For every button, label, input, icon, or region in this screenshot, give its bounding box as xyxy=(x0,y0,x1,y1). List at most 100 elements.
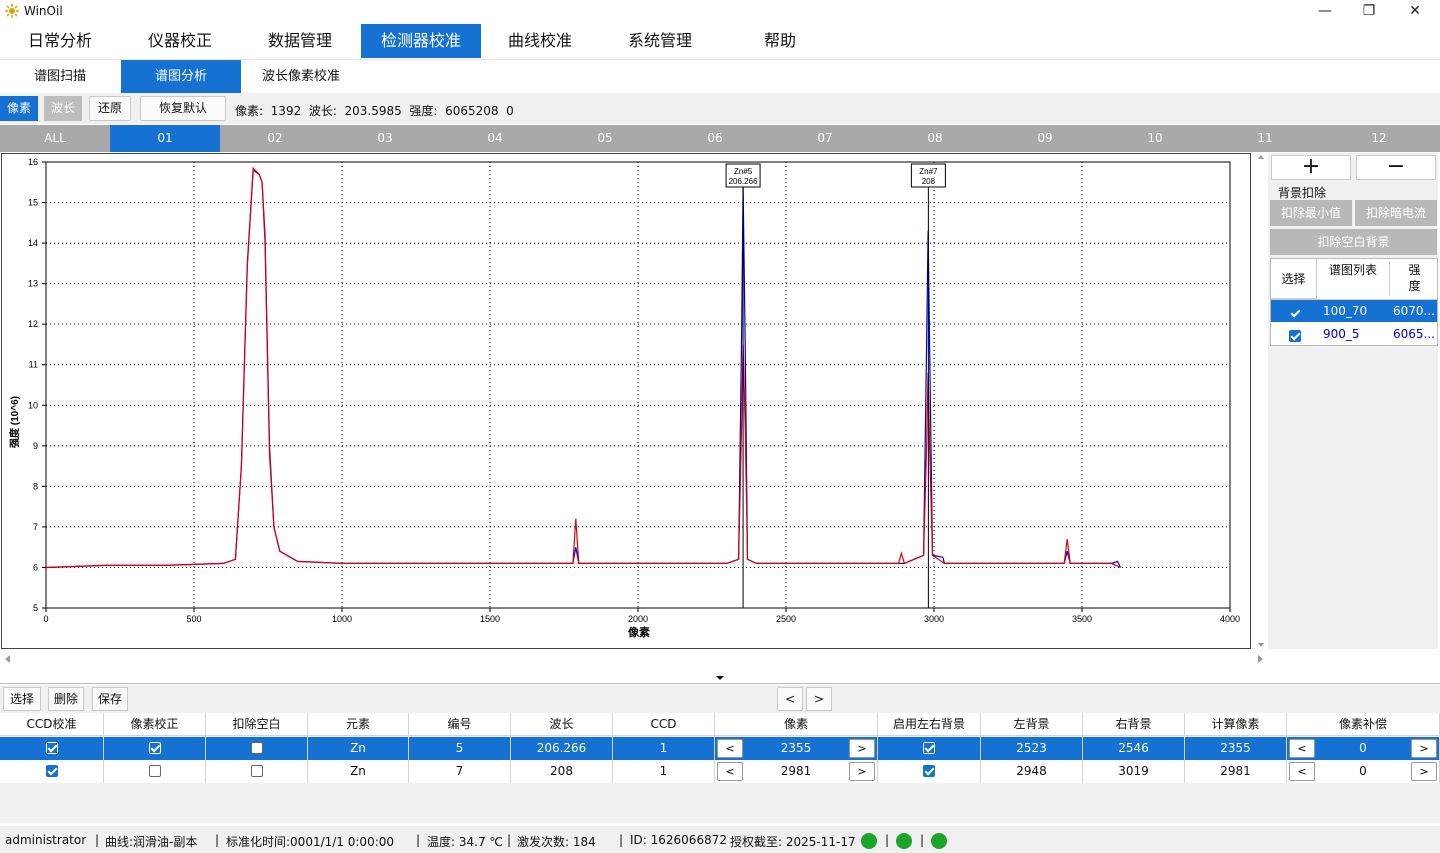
chart-markers: Zn#5206.266 Zn#7208 xyxy=(725,163,946,608)
channel-tab-06[interactable]: 06 xyxy=(660,125,770,152)
spectrum-row-checkbox[interactable] xyxy=(1289,306,1301,319)
next-page-button[interactable]: > xyxy=(806,687,832,711)
channel-tab-04[interactable]: 04 xyxy=(440,125,550,152)
cell-blank[interactable] xyxy=(206,760,308,783)
channel-tab-02[interactable]: 02 xyxy=(220,125,330,152)
subtab-wavelength-calibration[interactable]: 波长像素校准 xyxy=(241,60,361,93)
cell-ccd-cal[interactable] xyxy=(0,737,104,760)
reset-default-button[interactable]: 恢复默认 xyxy=(140,96,226,121)
col-ccd: CCD xyxy=(613,713,715,736)
subtract-min-button[interactable]: 扣除最小值 xyxy=(1270,200,1352,226)
cell-pixel[interactable]: <2981 > xyxy=(715,760,878,783)
window-title: WinOil xyxy=(24,4,63,18)
subtract-blank-button[interactable]: 扣除空白背景 xyxy=(1270,229,1437,255)
channel-tab-10[interactable]: 10 xyxy=(1100,125,1210,152)
cell-lr-bg[interactable] xyxy=(878,760,981,783)
channel-tab-08[interactable]: 08 xyxy=(880,125,990,152)
y-tick-label: 10 xyxy=(28,400,38,410)
cell-wl: 206.266 xyxy=(511,737,613,760)
table-row[interactable]: Zn 7 208 1 <2981 >2948 3019 2981 <0 > xyxy=(0,760,1440,783)
channel-tab-11[interactable]: 11 xyxy=(1210,125,1320,152)
marker-value: 208 xyxy=(922,177,936,186)
table-row[interactable]: Zn 5 206.266 1 <2355 >2523 2546 2355 <0 > xyxy=(0,737,1440,760)
cell-px-comp[interactable]: <0 > xyxy=(1287,760,1440,783)
x-tick-label: 1500 xyxy=(480,614,500,624)
checkbox-lr-bg[interactable] xyxy=(923,764,935,777)
checkbox-blank[interactable] xyxy=(250,764,263,777)
subtab-analysis[interactable]: 谱图分析 xyxy=(121,60,241,93)
grid-header-list: 谱图列表 xyxy=(1328,263,1377,277)
cell-ccd-cal[interactable] xyxy=(0,760,104,783)
channel-tab-01[interactable]: 01 xyxy=(110,125,220,152)
decrement-button[interactable]: < xyxy=(1289,739,1315,758)
wavelength-toggle[interactable]: 波长 xyxy=(44,96,82,121)
y-tick-label: 12 xyxy=(28,319,38,329)
cell-px-comp[interactable]: <0 > xyxy=(1287,737,1440,760)
main-menu: 日常分析 仪器校正 数据管理 检测器校准 曲线校准 系统管理 帮助 xyxy=(0,24,1440,60)
save-button[interactable]: 保存 xyxy=(92,687,128,711)
subtract-dark-button[interactable]: 扣除暗电流 xyxy=(1355,200,1437,226)
subtab-scan[interactable]: 谱图扫描 xyxy=(0,60,120,93)
cell-px-corr[interactable] xyxy=(104,737,206,760)
channel-tab-all[interactable]: ALL xyxy=(0,125,110,152)
add-spectrum-button[interactable]: + xyxy=(1271,155,1351,180)
y-tick-label: 15 xyxy=(28,198,38,208)
status-temperature: 温度: 34.7 ℃ xyxy=(427,835,503,849)
status-curve: 曲线:润滑油-副本 xyxy=(105,835,198,849)
status-led-3 xyxy=(931,833,947,849)
delete-button[interactable]: 删除 xyxy=(48,687,84,711)
panel-splitter[interactable] xyxy=(0,670,1440,684)
maximize-button[interactable]: ❐ xyxy=(1346,0,1392,24)
channel-tab-05[interactable]: 05 xyxy=(550,125,660,152)
restore-button[interactable]: 还原 xyxy=(89,96,131,121)
remove-spectrum-button[interactable]: − xyxy=(1356,155,1436,180)
menu-tab-curve[interactable]: 曲线校准 xyxy=(480,24,600,58)
checkbox-lr-bg[interactable] xyxy=(923,741,935,754)
checkbox-ccd-cal[interactable] xyxy=(45,764,58,777)
cell-ccd: 1 xyxy=(613,760,715,783)
spectrum-row[interactable]: 900_5 6065... xyxy=(1271,323,1437,345)
col-lr-background: 启用左右背景 xyxy=(878,713,981,736)
cell-blank[interactable] xyxy=(206,737,308,760)
spectrum-row-checkbox[interactable] xyxy=(1289,329,1301,342)
col-element: 元素 xyxy=(308,713,409,736)
menu-tab-instrument[interactable]: 仪器校正 xyxy=(120,24,240,58)
increment-button[interactable]: > xyxy=(1411,739,1437,758)
spectrum-row[interactable]: 100_70 6070... xyxy=(1271,300,1437,322)
spectrum-chart[interactable]: 0 500 1000 1500 2000 2500 3000 3500 4000 5 6 7 8 9 10 1… xyxy=(1,153,1251,649)
checkbox-px-corr[interactable] xyxy=(148,764,161,777)
increment-button[interactable]: > xyxy=(849,762,875,781)
select-button[interactable]: 选择 xyxy=(3,687,41,711)
cell-pixel[interactable]: <2355 > xyxy=(715,737,878,760)
cell-left-bg: 2948 xyxy=(981,760,1083,783)
channel-tab-12[interactable]: 12 xyxy=(1324,125,1434,152)
cell-px-corr[interactable] xyxy=(104,760,206,783)
decrement-button[interactable]: < xyxy=(717,739,743,758)
menu-tab-system[interactable]: 系统管理 xyxy=(600,24,720,58)
menu-tab-help[interactable]: 帮助 xyxy=(720,24,840,58)
close-button[interactable]: ✕ xyxy=(1392,0,1438,24)
increment-button[interactable]: > xyxy=(1411,762,1437,781)
series-line-2 xyxy=(45,166,1121,569)
prev-page-button[interactable]: < xyxy=(777,687,803,711)
menu-tab-detector[interactable]: 检测器校准 xyxy=(361,24,481,58)
minimize-button[interactable]: — xyxy=(1302,0,1348,24)
checkbox-blank[interactable] xyxy=(250,741,263,754)
cell-lr-bg[interactable] xyxy=(878,737,981,760)
chart-horizontal-scrollbar[interactable] xyxy=(0,651,1268,665)
marker-label: Zn#7 xyxy=(919,167,938,176)
checkbox-px-corr[interactable] xyxy=(148,741,161,754)
decrement-button[interactable]: < xyxy=(1289,762,1315,781)
chart-vertical-scrollbar[interactable] xyxy=(1255,153,1267,649)
checkbox-ccd-cal[interactable] xyxy=(45,741,58,754)
channel-tab-09[interactable]: 09 xyxy=(990,125,1100,152)
channel-tab-03[interactable]: 03 xyxy=(330,125,440,152)
menu-tab-daily[interactable]: 日常分析 xyxy=(0,24,120,58)
menu-tab-data[interactable]: 数据管理 xyxy=(240,24,360,58)
channel-tab-07[interactable]: 07 xyxy=(770,125,880,152)
increment-button[interactable]: > xyxy=(849,739,875,758)
decrement-button[interactable]: < xyxy=(717,762,743,781)
col-calc-pixel: 计算像素 xyxy=(1185,713,1287,736)
pixel-toggle[interactable]: 像素 xyxy=(0,96,38,121)
spectrum-plot[interactable]: 0 500 1000 1500 2000 2500 3000 3500 4000 5 6 7 8 9 10 1… xyxy=(2,154,1250,648)
